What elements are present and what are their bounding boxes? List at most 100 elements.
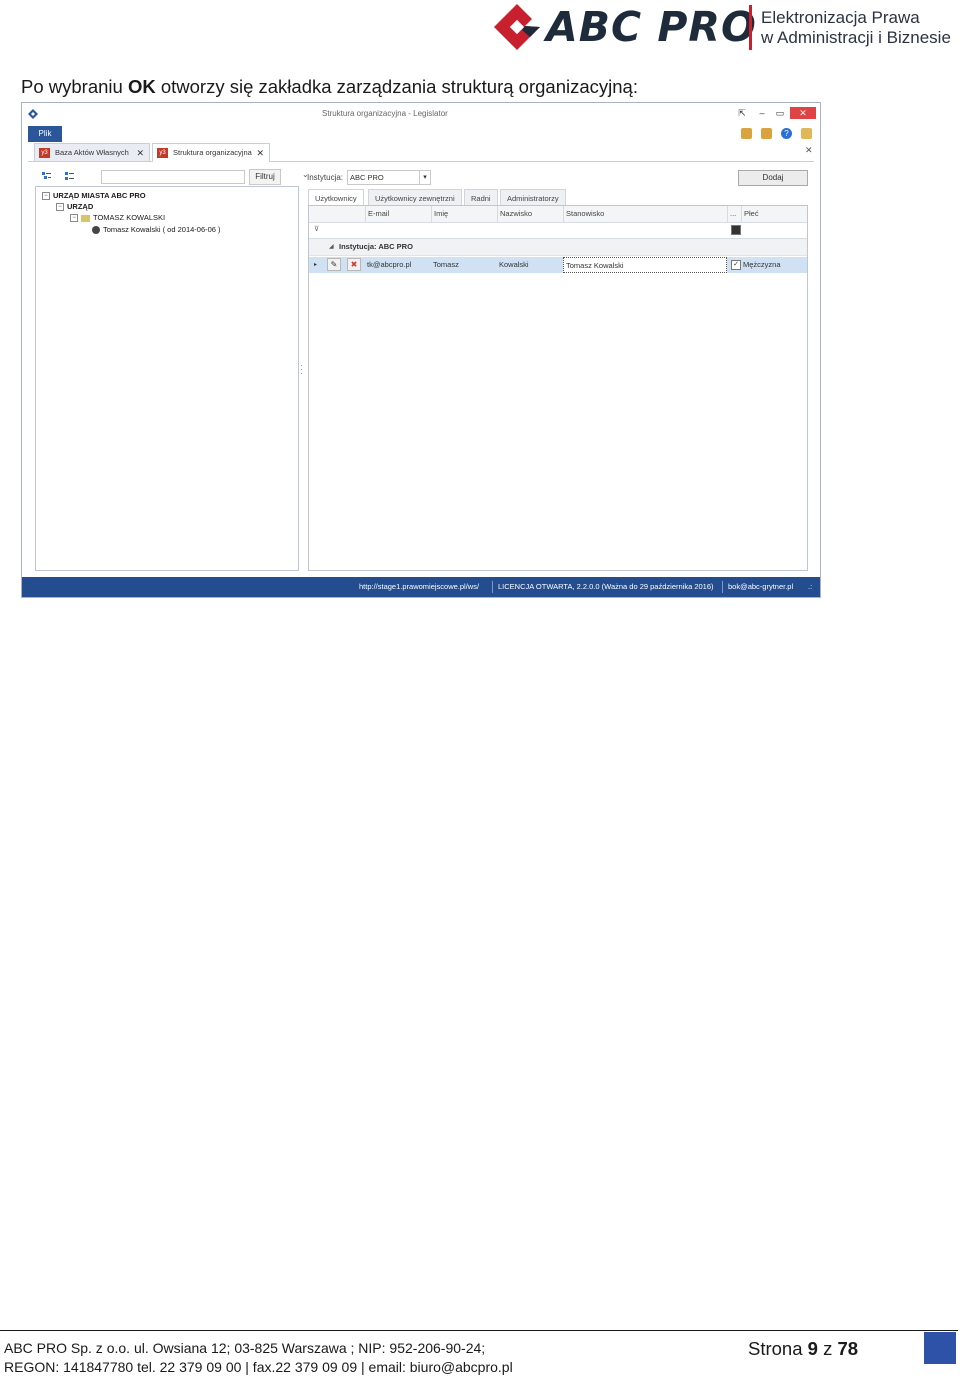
footer-divider [0, 1330, 958, 1331]
intro-after: otworzy się zakładka zarządzania struktu… [155, 76, 638, 97]
title-bar: Struktura organizacyjna - Legislator ⇱ –… [22, 103, 820, 125]
footer-address: ABC PRO Sp. z o.o. ul. Owsiana 12; 03-82… [4, 1340, 486, 1356]
ribbon-bar [22, 125, 820, 143]
tab-radni[interactable]: Radni [464, 189, 498, 206]
add-button[interactable]: Dodaj [738, 170, 808, 186]
cell-position[interactable]: Tomasz Kowalski [563, 257, 727, 273]
folder-icon[interactable] [741, 128, 752, 139]
collapse-node-icon[interactable]: − [70, 214, 78, 223]
filter-row-icon: ⊽ [314, 226, 320, 233]
app-icon [28, 109, 38, 119]
page-number: Strona 9 z 78 [748, 1338, 858, 1360]
page-current: 9 [807, 1338, 818, 1359]
logo-tagline: Elektronizacja Prawa w Administracji i B… [761, 8, 951, 48]
org-structure-tree: − URZĄD MIASTA ABC PRO − URZĄD − TOMASZ KOW… [35, 186, 299, 571]
column-header-last-name[interactable]: Nazwisko [497, 206, 563, 222]
chevron-down-icon[interactable]: ▾ [419, 171, 430, 184]
collapse-group-icon[interactable]: ◢ [329, 239, 334, 255]
tree-node-urzad-miasta[interactable]: − URZĄD MIASTA ABC PRO [42, 191, 146, 201]
column-header-more[interactable]: ... [727, 206, 741, 222]
cell-gender[interactable]: Mężczyzna [741, 257, 807, 273]
company-logo: ABC PRO Elektronizacja Prawa w Administr… [492, 2, 952, 52]
folder-settings-icon[interactable] [761, 128, 772, 139]
tree-filter-input[interactable] [101, 170, 245, 184]
table-row[interactable]: ▸ ✎ ✖ tk@abcpro.pl Tomasz Kowalski Tomas… [309, 257, 807, 273]
edit-row-icon[interactable]: ✎ [327, 258, 341, 271]
cell-last-name[interactable]: Kowalski [497, 257, 563, 273]
close-tab-icon[interactable]: ✕ [136, 144, 144, 162]
tree-node-label: Tomasz Kowalski ( od 2014-06-06 ) [103, 225, 221, 234]
status-email: bok@abc-grytner.pl [728, 582, 794, 591]
tab-administratorzy[interactable]: Administratorzy [500, 189, 566, 206]
tab-label: Struktura organizacyjna [173, 148, 252, 157]
status-separator [492, 581, 493, 593]
page-middle: z [817, 1338, 838, 1359]
group-row[interactable]: ◢ Instytucja: ABC PRO [309, 239, 807, 256]
gender-filter-checkbox[interactable] [731, 225, 741, 235]
status-url: http://stage1.prawomiejscowe.pl/ws/ [359, 582, 480, 591]
pane-splitter-grip[interactable]: · · · [300, 361, 303, 378]
column-header-first-name[interactable]: Imię [431, 206, 497, 222]
institution-label: Instytucja: [307, 173, 344, 182]
page-prefix: Strona [748, 1338, 808, 1359]
filter-button[interactable]: Filtruj [249, 169, 281, 185]
app-window-screenshot: Struktura organizacyjna - Legislator ⇱ –… [21, 102, 821, 598]
tagline-line1: Elektronizacja Prawa [761, 8, 920, 27]
group-label: Instytucja: ABC PRO [339, 242, 413, 251]
cell-email[interactable]: tk@abcpro.pl [365, 257, 431, 273]
minimize-icon[interactable]: – [755, 107, 769, 119]
resize-grip-icon[interactable]: .: [808, 577, 812, 597]
grid-header: E-mail Imię Nazwisko Stanowisko ... Płeć [309, 206, 807, 223]
position-folder-icon [81, 214, 90, 222]
intro-before: Po wybraniu [21, 76, 128, 97]
close-tab-icon[interactable]: ✕ [256, 144, 264, 162]
pin-icon[interactable]: ⇱ [735, 107, 749, 119]
help-icon[interactable]: ? [781, 128, 792, 139]
footer-contact: REGON: 141847780 tel. 22 379 09 00 | fax… [4, 1359, 513, 1375]
tree-toolbar: Filtruj ⌄ [36, 169, 309, 185]
document-tab-bar: y3 Baza Aktów Własnych ✕ y3 Struktura or… [28, 143, 814, 162]
collapse-all-icon[interactable] [64, 171, 75, 182]
user-icon [92, 226, 100, 235]
row-indicator-icon: ▸ [314, 262, 318, 268]
document-tab-icon: y3 [157, 148, 168, 158]
logo-divider [749, 5, 752, 50]
intro-paragraph: Po wybraniu OK otworzy się zakładka zarz… [21, 76, 638, 98]
tree-node-position[interactable]: − TOMASZ KOWALSKI [70, 213, 166, 223]
tree-node-label: TOMASZ KOWALSKI [93, 213, 166, 222]
footer-brand-square [924, 1332, 956, 1364]
close-all-tabs-icon[interactable]: ✕ [805, 145, 813, 156]
cell-first-name[interactable]: Tomasz [431, 257, 497, 273]
expand-all-icon[interactable] [41, 171, 52, 182]
tab-uzytkownicy[interactable]: Użytkownicy [308, 189, 364, 206]
maximize-icon[interactable]: ▭ [773, 107, 787, 119]
document-tab-icon: y3 [39, 148, 50, 158]
tree-node-label: URZĄD [67, 202, 94, 211]
column-header-email[interactable]: E-mail [365, 206, 431, 222]
status-bar: http://stage1.prawomiejscowe.pl/ws/ LICE… [22, 577, 820, 597]
collapse-node-icon[interactable]: − [56, 203, 64, 212]
delete-row-icon[interactable]: ✖ [347, 258, 361, 271]
tree-node-urzad[interactable]: − URZĄD [56, 202, 94, 212]
tagline-line2: w Administracji i Biznesie [761, 28, 951, 47]
collapse-node-icon[interactable]: − [42, 192, 50, 201]
status-license: LICENCJA OTWARTA, 2.2.0.0 (Ważna do 29 p… [498, 582, 714, 591]
tree-node-person[interactable]: Tomasz Kowalski ( od 2014-06-06 ) [92, 225, 221, 235]
file-menu-button[interactable]: Plik [28, 126, 62, 142]
tab-baza-aktow[interactable]: y3 Baza Aktów Własnych ✕ [34, 143, 150, 161]
gender-checkbox[interactable]: ✓ [731, 260, 741, 270]
logo-wordmark: ABC PRO [546, 3, 757, 51]
intro-ok: OK [127, 76, 156, 97]
mail-icon[interactable] [801, 128, 812, 139]
window-title: Struktura organizacyjna - Legislator [322, 109, 448, 118]
tab-struktura[interactable]: y3 Struktura organizacyjna ✕ [152, 143, 270, 162]
user-type-tabs: Użytkownicy Użytkownicy zewnętrzni Radni… [308, 189, 808, 206]
institution-select[interactable]: ABC PRO ▾ [347, 170, 431, 185]
tree-node-label: URZĄD MIASTA ABC PRO [53, 191, 146, 200]
grid-filter-row[interactable]: ⊽ [309, 222, 807, 239]
column-header-gender[interactable]: Płeć [741, 206, 807, 222]
column-header-position[interactable]: Stanowisko [563, 206, 727, 222]
tab-uzytkownicy-zewnetrzni[interactable]: Użytkownicy zewnętrzni [368, 189, 462, 206]
users-grid: E-mail Imię Nazwisko Stanowisko ... Płeć… [308, 205, 808, 571]
close-window-icon[interactable]: ✕ [790, 107, 816, 119]
